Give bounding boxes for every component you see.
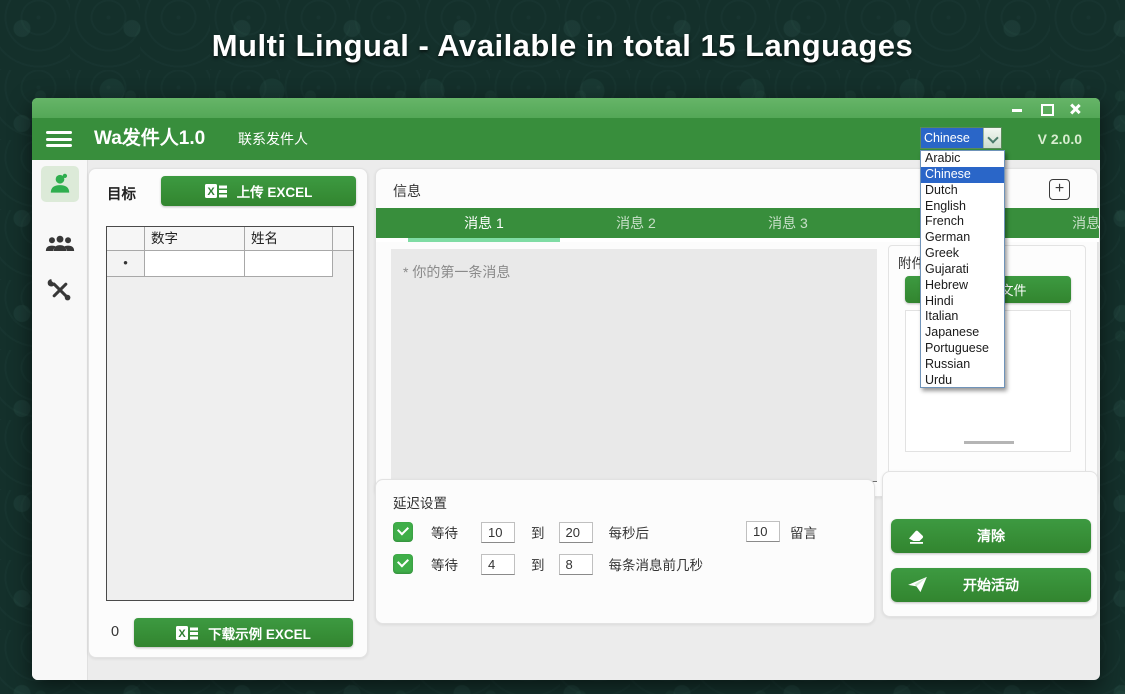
sidebar-item-groups[interactable] bbox=[41, 226, 79, 262]
language-option[interactable]: Russian bbox=[921, 357, 1004, 373]
language-dropdown-list: Arabic Chinese Dutch English French Germ… bbox=[920, 150, 1005, 388]
clear-button[interactable]: 清除 bbox=[891, 519, 1091, 553]
sidebar-item-contacts[interactable] bbox=[41, 166, 79, 202]
delay-suffix-label: 每条消息前几秒 bbox=[609, 554, 704, 574]
language-option[interactable]: French bbox=[921, 214, 1004, 230]
target-panel: 目标 X 上传 EXCEL 数字 姓名 • bbox=[88, 168, 368, 658]
note-label: 留言 bbox=[790, 522, 817, 542]
menu-icon[interactable] bbox=[46, 131, 72, 147]
actions-panel: 清除 开始活动 bbox=[882, 471, 1098, 617]
row-marker: • bbox=[107, 251, 145, 277]
contact-sender-link[interactable]: 联系发件人 bbox=[238, 118, 308, 160]
add-message-icon[interactable]: + bbox=[1049, 179, 1070, 200]
excel-icon: X bbox=[176, 625, 198, 641]
delay-to-input[interactable] bbox=[559, 522, 593, 543]
app-window: Wa发件人1.0 联系发件人 V 2.0.0 Chinese Arabic Ch… bbox=[32, 98, 1100, 680]
delay-suffix-label: 每秒后 bbox=[609, 522, 650, 542]
language-option[interactable]: Urdu bbox=[921, 373, 1004, 389]
table-corner-cell bbox=[107, 227, 145, 250]
clear-label: 清除 bbox=[977, 526, 1005, 546]
start-label: 开始活动 bbox=[963, 575, 1019, 595]
delay-from-input[interactable] bbox=[481, 522, 515, 543]
language-option[interactable]: German bbox=[921, 230, 1004, 246]
sidebar bbox=[32, 160, 88, 680]
tools-icon bbox=[47, 277, 73, 303]
tab-message-5[interactable]: 消息 5 bbox=[1016, 208, 1099, 238]
checkbox-checked-icon[interactable] bbox=[393, 554, 413, 574]
delay-to-input[interactable] bbox=[559, 554, 593, 575]
close-icon[interactable] bbox=[1069, 103, 1082, 114]
download-sample-label: 下载示例 EXCEL bbox=[208, 623, 311, 643]
tab-message-2[interactable]: 消息 2 bbox=[560, 208, 712, 238]
maximize-icon[interactable] bbox=[1040, 103, 1053, 114]
active-tab-indicator bbox=[408, 238, 560, 242]
language-option[interactable]: Japanese bbox=[921, 325, 1004, 341]
column-header-number: 数字 bbox=[145, 227, 245, 250]
svg-text:X: X bbox=[207, 186, 215, 198]
delay-settings-panel: 延迟设置 等待 到 每秒后 等待 到 每条消息前几秒 留言 bbox=[375, 479, 875, 624]
contact-count: 0 bbox=[111, 624, 119, 640]
language-option[interactable]: Gujarati bbox=[921, 262, 1004, 278]
message-input[interactable] bbox=[391, 249, 877, 482]
language-selected-value: Chinese bbox=[921, 128, 983, 148]
to-label: 到 bbox=[531, 522, 545, 542]
language-option[interactable]: Hebrew bbox=[921, 278, 1004, 294]
chevron-down-icon[interactable] bbox=[983, 128, 1001, 148]
person-icon bbox=[47, 171, 73, 197]
checkbox-checked-icon[interactable] bbox=[393, 522, 413, 542]
contacts-table[interactable]: 数字 姓名 • bbox=[106, 226, 354, 601]
banner-title: Multi Lingual - Available in total 15 La… bbox=[0, 28, 1125, 64]
delay-settings-title: 延迟设置 bbox=[393, 492, 447, 512]
version-label: V 2.0.0 bbox=[1038, 118, 1082, 160]
sidebar-item-tools[interactable] bbox=[41, 272, 79, 308]
group-icon bbox=[45, 233, 75, 255]
app-title: Wa发件人1.0 bbox=[94, 118, 205, 160]
minimize-icon[interactable] bbox=[1011, 103, 1024, 114]
message-panel-title: 信息 bbox=[393, 181, 421, 201]
language-option[interactable]: Greek bbox=[921, 246, 1004, 262]
column-header-name: 姓名 bbox=[245, 227, 333, 250]
language-option[interactable]: Dutch bbox=[921, 183, 1004, 199]
to-label: 到 bbox=[531, 554, 545, 574]
svg-text:X: X bbox=[178, 628, 186, 640]
tab-message-3[interactable]: 消息 3 bbox=[712, 208, 864, 238]
table-cell-name[interactable] bbox=[245, 251, 333, 277]
table-row[interactable]: • bbox=[107, 251, 353, 277]
language-select[interactable]: Chinese bbox=[920, 127, 1002, 149]
wait-label: 等待 bbox=[431, 554, 481, 574]
window-titlebar bbox=[32, 98, 1100, 118]
language-option-selected[interactable]: Chinese bbox=[921, 167, 1004, 183]
table-cell-number[interactable] bbox=[145, 251, 245, 277]
eraser-icon bbox=[907, 527, 927, 544]
delay-row-2: 等待 到 每条消息前几秒 bbox=[393, 553, 863, 575]
language-option[interactable]: Hindi bbox=[921, 294, 1004, 310]
excel-icon: X bbox=[205, 183, 227, 199]
start-campaign-button[interactable]: 开始活动 bbox=[891, 568, 1091, 602]
delay-from-input[interactable] bbox=[481, 554, 515, 575]
table-header-row: 数字 姓名 bbox=[107, 227, 353, 251]
send-icon bbox=[907, 576, 928, 593]
language-option[interactable]: English bbox=[921, 199, 1004, 215]
upload-excel-label: 上传 EXCEL bbox=[237, 181, 313, 201]
wait-label: 等待 bbox=[431, 522, 481, 542]
language-option[interactable]: Italian bbox=[921, 309, 1004, 325]
tab-message-1[interactable]: 消息 1 bbox=[408, 208, 560, 238]
language-option[interactable]: Portuguese bbox=[921, 341, 1004, 357]
language-option[interactable]: Arabic bbox=[921, 151, 1004, 167]
target-title: 目标 bbox=[107, 183, 136, 204]
message-note-group: 留言 bbox=[746, 521, 817, 542]
download-sample-excel-button[interactable]: X 下载示例 EXCEL bbox=[134, 618, 353, 647]
note-count-input[interactable] bbox=[746, 521, 780, 542]
upload-excel-button[interactable]: X 上传 EXCEL bbox=[161, 176, 356, 206]
